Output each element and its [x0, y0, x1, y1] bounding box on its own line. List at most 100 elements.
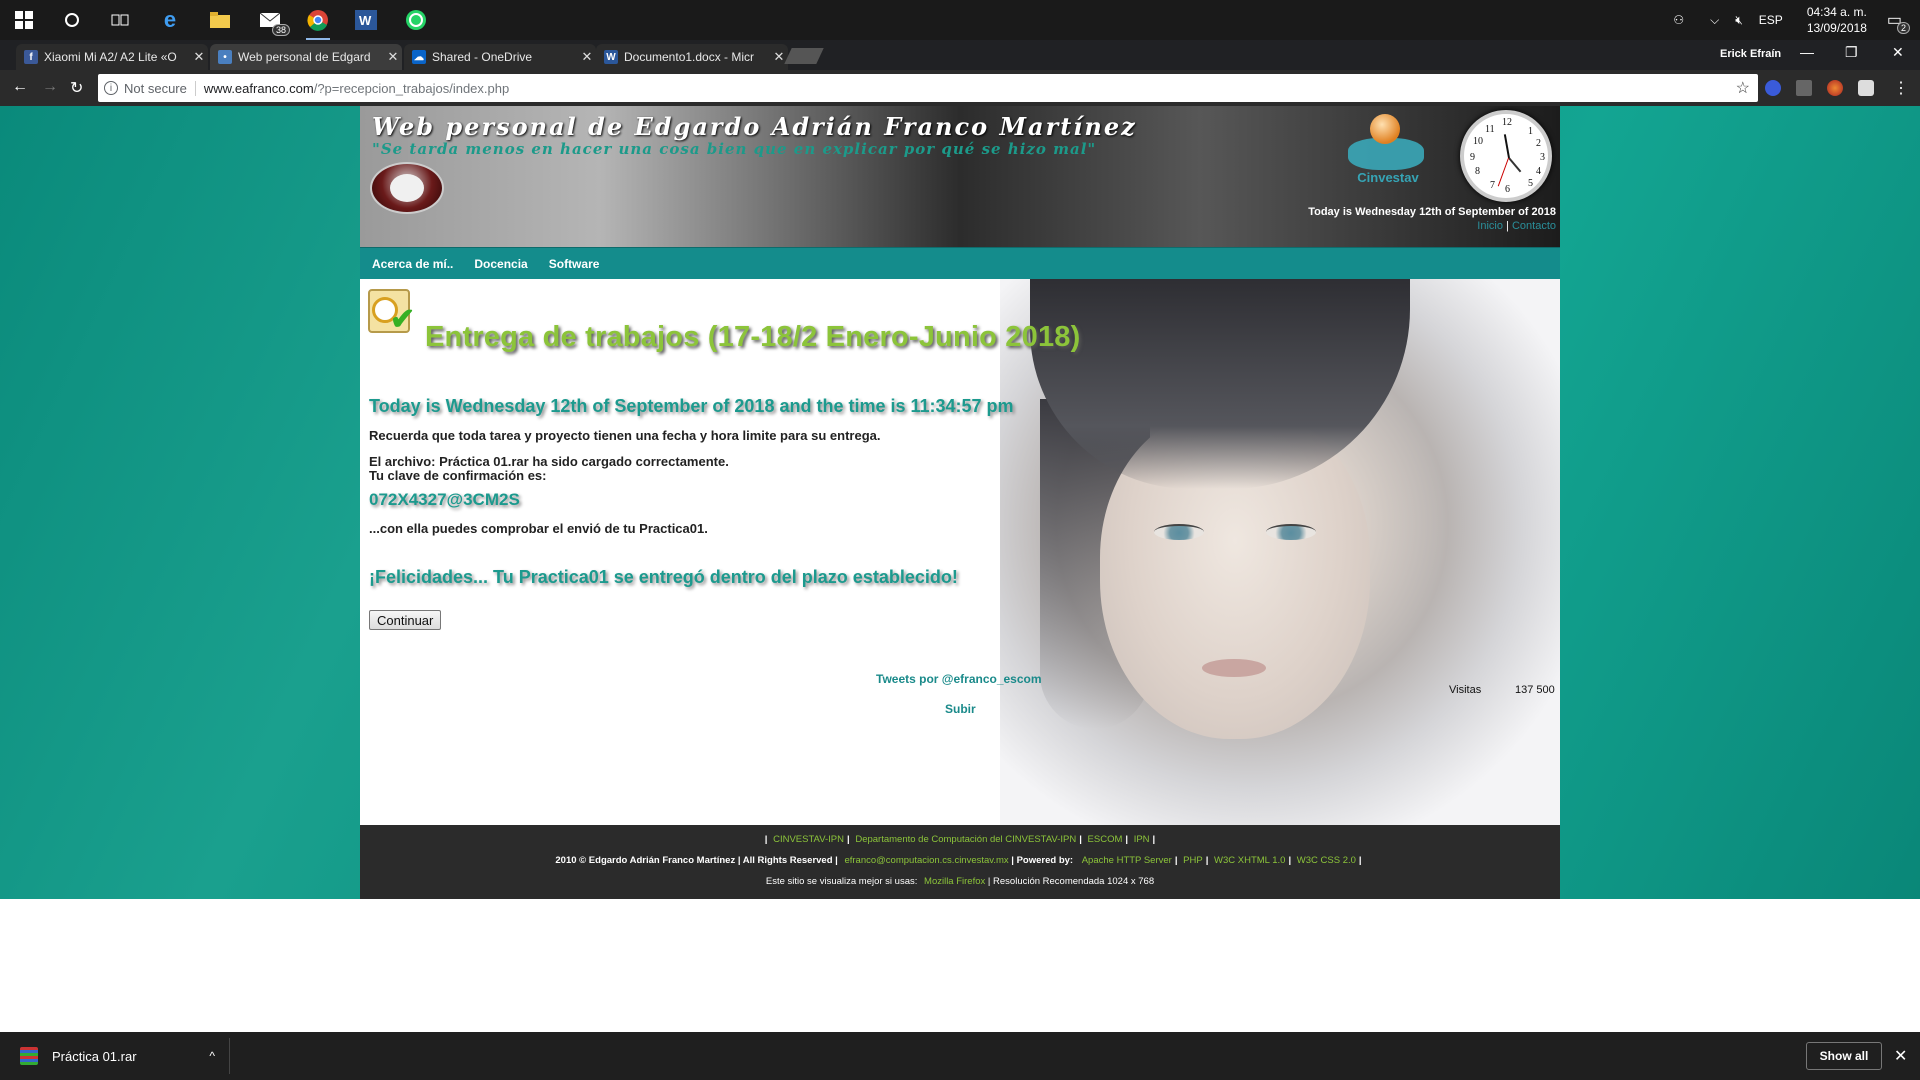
- word-app-icon[interactable]: W: [352, 6, 380, 34]
- portrait-eye: [1266, 524, 1316, 540]
- page-viewport: Web personal de Edgardo Adrián Franco Ma…: [0, 106, 1920, 899]
- svg-text:W: W: [359, 13, 372, 28]
- rar-archive-icon: [20, 1047, 38, 1065]
- close-icon[interactable]: ✕: [1894, 1046, 1907, 1066]
- footer-copyright: 2010 © Edgardo Adrián Franco Martínez | …: [555, 855, 838, 866]
- current-datetime: Today is Wednesday 12th of September of …: [369, 396, 1014, 416]
- mail-icon[interactable]: 38: [256, 6, 290, 36]
- extension-icon[interactable]: [1858, 80, 1874, 96]
- site-icon: •: [218, 50, 232, 64]
- security-label: Not secure: [124, 80, 187, 96]
- back-to-top-link[interactable]: Subir: [945, 702, 976, 716]
- restore-icon[interactable]: ❐: [1845, 44, 1858, 61]
- download-filename: Práctica 01.rar: [52, 1048, 137, 1064]
- close-tab-icon[interactable]: ✕: [190, 49, 208, 65]
- url-host: www.eafranco.com: [203, 80, 314, 96]
- cinvestav-logo: Cinvestav: [1340, 112, 1432, 192]
- back-arrow-icon[interactable]: ←: [12, 78, 28, 96]
- chrome-menu-icon[interactable]: ⋮: [1893, 78, 1909, 98]
- tweets-link[interactable]: Tweets por @efranco_escom: [876, 672, 1042, 686]
- tab-title: Xiaomi Mi A2/ A2 Lite «O: [44, 50, 177, 64]
- deadline-check-icon: ✔: [368, 289, 420, 337]
- taskbar-date: 13/09/2018: [1806, 21, 1867, 35]
- visits-counter: 137 500: [1515, 684, 1555, 696]
- footer-link-php[interactable]: PHP: [1183, 855, 1203, 866]
- tab-facebook[interactable]: f Xiaomi Mi A2/ A2 Lite «O ✕: [16, 44, 208, 70]
- action-center-icon[interactable]: ▭ 2: [1887, 10, 1910, 34]
- portrait-lips: [1202, 659, 1266, 677]
- nav-software[interactable]: Software: [549, 257, 600, 271]
- nav-about-me[interactable]: Acerca de mí..: [372, 257, 453, 271]
- footer-link-apache[interactable]: Apache HTTP Server: [1082, 855, 1172, 866]
- verify-note: ...con ella puedes comprobar el envió de…: [369, 521, 708, 536]
- page-container: Web personal de Edgardo Adrián Franco Ma…: [360, 106, 1560, 899]
- notification-count-badge: 2: [1896, 22, 1910, 34]
- language-indicator[interactable]: ESP: [1759, 13, 1783, 27]
- tab-title: Shared - OneDrive: [432, 50, 533, 64]
- main-nav: Acerca de mí.. Docencia Software: [360, 247, 1560, 279]
- footer-link-css[interactable]: W3C CSS 2.0: [1297, 855, 1356, 866]
- reload-icon[interactable]: ↻: [70, 78, 83, 98]
- windows-taskbar: e 38 W ⚇ ⌵ 🔇︎ ESP 04:34 a. m. 13/09/2018…: [0, 0, 1920, 40]
- chevron-up-icon[interactable]: ^: [209, 1049, 215, 1063]
- extension-icon[interactable]: [1827, 80, 1843, 96]
- page-heading: Entrega de trabajos (17-18/2 Enero-Junio…: [425, 321, 1081, 353]
- footer-link-firefox[interactable]: Mozilla Firefox: [924, 876, 985, 887]
- on-time-message: ¡Felicidades... Tu Practica01 se entregó…: [369, 567, 958, 587]
- visits-label: Visitas: [1449, 684, 1482, 696]
- whatsapp-icon[interactable]: [402, 6, 430, 34]
- banner-title: Web personal de Edgardo Adrián Franco Ma…: [372, 112, 1137, 141]
- bookmark-star-icon[interactable]: ☆: [1736, 78, 1750, 98]
- confirmation-key: 072X4327@3CM2S: [369, 490, 520, 509]
- tab-web-personal[interactable]: • Web personal de Edgard ✕: [210, 44, 402, 70]
- chrome-profile-name[interactable]: Erick Efraín: [1720, 48, 1781, 60]
- download-item[interactable]: Práctica 01.rar ^: [10, 1038, 230, 1074]
- forward-arrow-icon[interactable]: →: [42, 78, 58, 96]
- taskbar-clock[interactable]: 04:34 a. m. 13/09/2018: [1807, 4, 1867, 36]
- footer-links-row: | CINVESTAV-IPN | Departamento de Computa…: [764, 834, 1156, 845]
- tab-word-document[interactable]: W Documento1.docx - Micr ✕: [596, 44, 788, 70]
- tab-title: Documento1.docx - Micr: [624, 50, 755, 64]
- chrome-icon[interactable]: [304, 6, 332, 40]
- mail-count-badge: 38: [271, 24, 290, 36]
- extension-icon[interactable]: [1765, 80, 1781, 96]
- footer-credits-row: 2010 © Edgardo Adrián Franco Martínez | …: [555, 855, 1362, 866]
- edge-browser-icon[interactable]: e: [156, 6, 184, 34]
- close-tab-icon[interactable]: ✕: [578, 49, 596, 65]
- file-explorer-icon[interactable]: [206, 6, 234, 34]
- footer-link-department[interactable]: Departamento de Computación del CINVESTA…: [855, 834, 1076, 845]
- footer-powered-by: | Powered by:: [1011, 855, 1074, 866]
- cortana-search-icon[interactable]: [58, 6, 86, 34]
- browser-toolbar: ← → ↻ i Not secure www.eafranco.com/?p=r…: [0, 70, 1920, 106]
- people-icon[interactable]: ⚇: [1673, 13, 1684, 27]
- extension-icon[interactable]: [1796, 80, 1812, 96]
- chevron-up-icon[interactable]: ⌵: [1710, 13, 1719, 28]
- deadline-reminder: Recuerda que toda tarea y proyecto tiene…: [369, 428, 881, 443]
- close-window-icon[interactable]: ✕: [1892, 44, 1904, 61]
- continue-button[interactable]: Continuar: [369, 610, 442, 630]
- system-tray: ⚇ ⌵ 🔇︎ ESP 04:34 a. m. 13/09/2018 ▭ 2: [1657, 0, 1920, 40]
- task-view-icon[interactable]: [106, 6, 134, 34]
- footer-browser-row: Este sitio se visualiza mejor si usas: M…: [360, 876, 1560, 887]
- footer-link-xhtml[interactable]: W3C XHTML 1.0: [1214, 855, 1285, 866]
- security-indicator[interactable]: i Not secure: [98, 80, 196, 96]
- show-all-button[interactable]: Show all: [1806, 1042, 1882, 1070]
- nav-teaching[interactable]: Docencia: [474, 257, 527, 271]
- windows-start-icon[interactable]: [10, 6, 38, 34]
- minimize-icon[interactable]: —: [1800, 44, 1814, 60]
- close-tab-icon[interactable]: ✕: [384, 49, 402, 65]
- banner-quote: "Se tarda menos en hacer una cosa bien q…: [372, 140, 1097, 158]
- tab-onedrive[interactable]: ☁ Shared - OneDrive ✕: [404, 44, 596, 70]
- volume-muted-icon[interactable]: 🔇︎: [1735, 13, 1743, 28]
- facebook-icon: f: [24, 50, 38, 64]
- footer-link-ipn[interactable]: IPN: [1134, 834, 1150, 845]
- contact-link[interactable]: Contacto: [1512, 220, 1556, 232]
- site-footer: | CINVESTAV-IPN | Departamento de Computa…: [360, 825, 1560, 899]
- home-link[interactable]: Inicio: [1477, 220, 1503, 232]
- confirmation-key-label: Tu clave de confirmación es:: [369, 468, 547, 483]
- address-bar[interactable]: i Not secure www.eafranco.com/?p=recepci…: [98, 74, 1758, 102]
- footer-link-escom[interactable]: ESCOM: [1088, 834, 1123, 845]
- footer-link-cinvestav[interactable]: CINVESTAV-IPN: [773, 834, 844, 845]
- footer-email-link[interactable]: efranco@computacion.cs.cinvestav.mx: [844, 855, 1008, 866]
- download-shelf: Práctica 01.rar ^ Show all ✕: [0, 1032, 1920, 1080]
